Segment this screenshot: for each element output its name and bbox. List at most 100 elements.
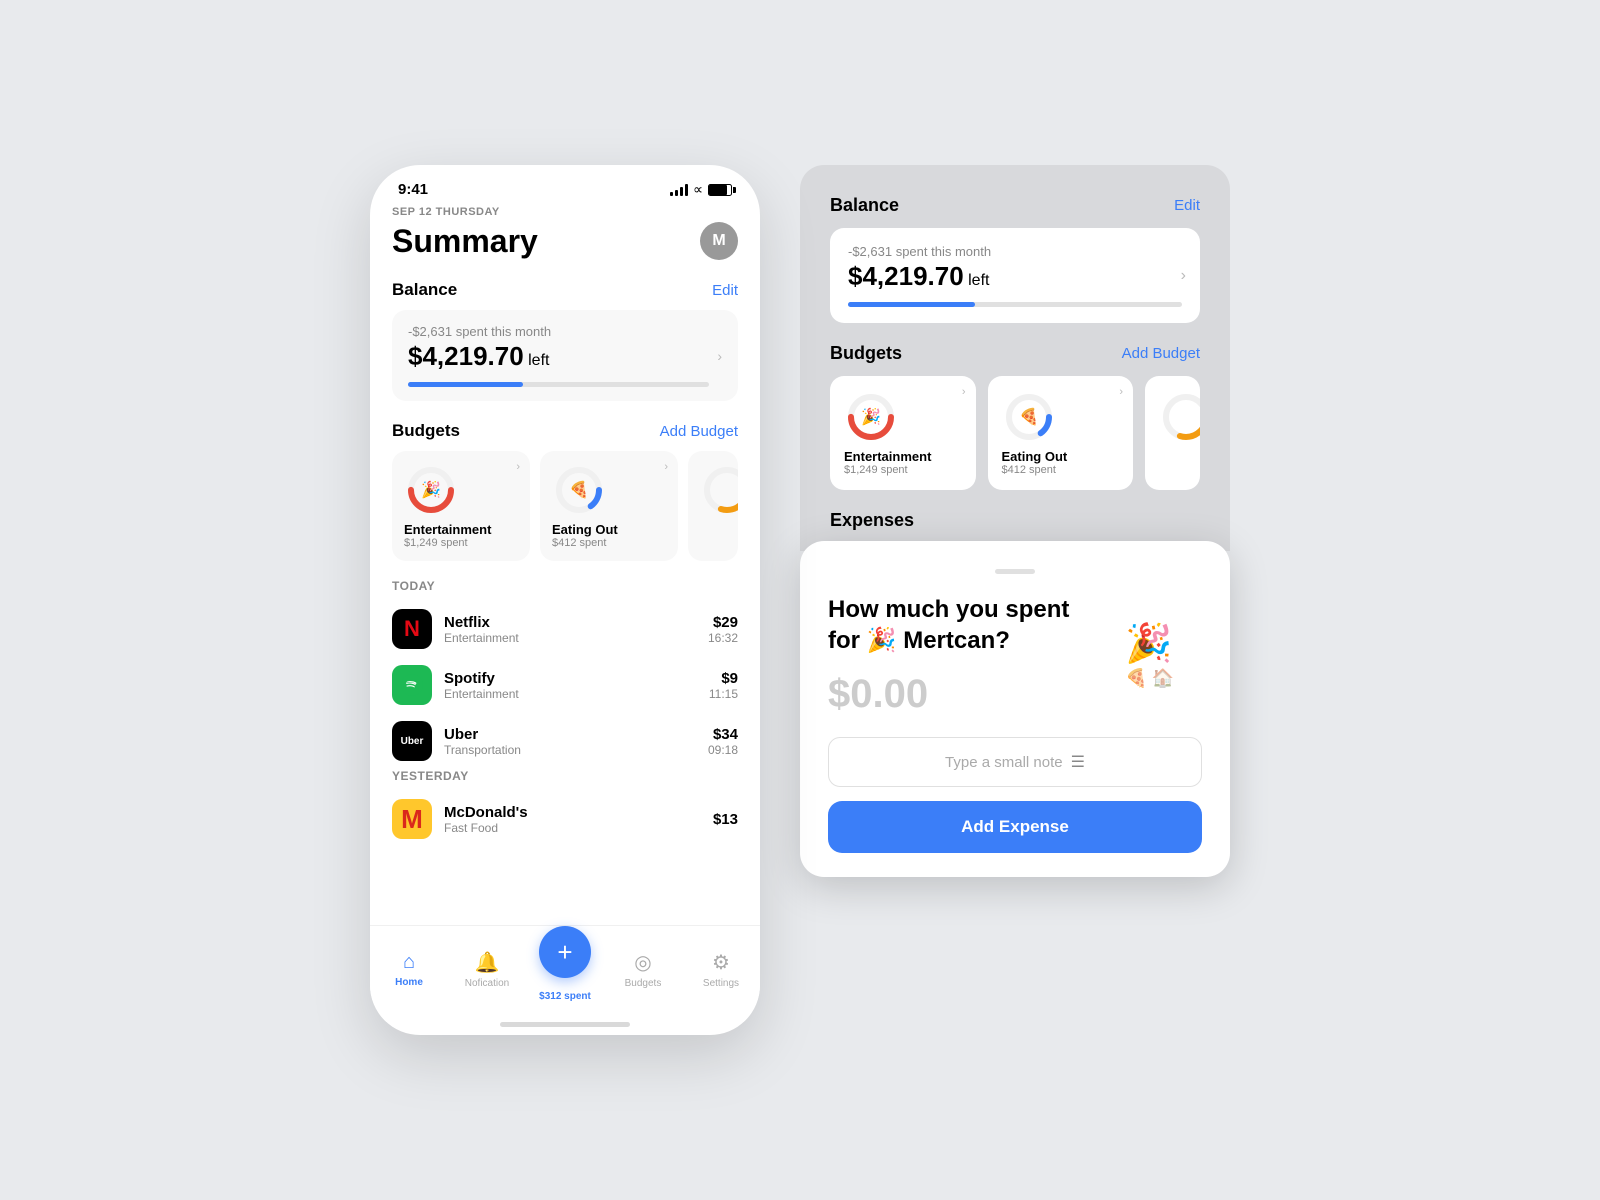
budget-name-eating-out: Eating Out: [552, 522, 666, 537]
budget-name-entertainment: Entertainment: [404, 522, 518, 537]
modal-title: How much you spent for 🎉 Mertcan?: [828, 594, 1108, 656]
nav-fab-container: + $312 spent: [526, 936, 604, 1002]
uber-amount: $34: [708, 726, 738, 743]
right-budget-card-entertainment[interactable]: › 🎉 Entertainment $1,249 spent: [830, 376, 976, 490]
netflix-time: 16:32: [708, 631, 738, 645]
right-budget-name-eating-out: Eating Out: [1002, 449, 1120, 464]
right-panel: Balance Edit -$2,631 spent this month $4…: [800, 165, 1230, 877]
right-bills-donut: [1159, 390, 1200, 444]
add-expense-button[interactable]: Add Expense: [828, 801, 1202, 853]
mcdonalds-category: Fast Food: [444, 821, 713, 835]
budget-spent-entertainment: $1,249 spent: [404, 537, 518, 549]
svg-text:🎉: 🎉: [421, 480, 441, 499]
right-balance-header: Balance Edit: [830, 195, 1200, 216]
netflix-icon: N: [392, 609, 432, 649]
right-expenses-title: Expenses: [830, 510, 1200, 531]
nav-budgets[interactable]: ◎ Budgets: [604, 950, 682, 989]
budget-card-eating-out[interactable]: › 🍕 Eating Out $412 spent: [540, 451, 678, 561]
add-budget-link[interactable]: Add Budget: [660, 423, 738, 440]
modal-title-line1: How much you spent: [828, 596, 1069, 623]
spotify-name: Spotify: [444, 670, 709, 687]
bottom-nav: ⌂ Home 🔔 Nofication + $312 spent ◎ Budge…: [370, 925, 760, 1022]
uber-category: Transportation: [444, 743, 708, 757]
battery-icon: [708, 184, 732, 196]
mcdonalds-amount: $13: [713, 811, 738, 828]
budget-cards: › 🎉 Entertainment $1,249 spent ›: [392, 451, 738, 561]
balance-progress-track: [408, 382, 709, 387]
wifi-icon: ∝: [693, 181, 703, 198]
right-eating-out-donut: 🍕: [1002, 390, 1056, 444]
status-time: 9:41: [398, 181, 428, 198]
right-balance-title: Balance: [830, 195, 899, 216]
right-balance-amount: $4,219.70: [848, 261, 964, 291]
modal-emoji-stack: 🎉 🍕 🏠: [1125, 622, 1174, 689]
budget-card-entertainment[interactable]: › 🎉 Entertainment $1,249 spent: [392, 451, 530, 561]
right-budget-spent-entertainment: $1,249 spent: [844, 464, 962, 476]
title-row: Summary M: [392, 222, 738, 260]
right-balance-chevron-icon: ›: [1181, 267, 1186, 285]
mcdonalds-name: McDonald's: [444, 804, 713, 821]
spotify-time: 11:15: [709, 687, 738, 701]
signal-icon: [670, 184, 688, 196]
right-budget-card-eating-out[interactable]: › 🍕 Eating Out $412 spent: [988, 376, 1134, 490]
uber-time: 09:18: [708, 743, 738, 757]
right-progress-track: [848, 302, 1182, 307]
balance-progress-fill: [408, 382, 523, 387]
balance-title: Balance: [392, 280, 457, 300]
status-bar: 9:41 ∝: [370, 165, 760, 206]
right-budget-spent-eating-out: $412 spent: [1002, 464, 1120, 476]
status-icons: ∝: [670, 181, 732, 198]
right-balance-card[interactable]: -$2,631 spent this month $4,219.70 left …: [830, 228, 1200, 323]
right-budget-card-bills-partial: [1145, 376, 1200, 490]
spotify-category: Entertainment: [444, 687, 709, 701]
fab-button[interactable]: +: [539, 926, 591, 978]
nav-home[interactable]: ⌂ Home: [370, 951, 448, 988]
spotify-icon: [392, 665, 432, 705]
budget-chevron-icon: ›: [516, 461, 520, 473]
budgets-header: Budgets Add Budget: [392, 421, 738, 441]
note-input[interactable]: Type a small note ☰: [828, 737, 1202, 787]
right-entertainment-donut: 🎉: [844, 390, 898, 444]
left-phone: 9:41 ∝ SEP 12 THURSDAY Summary M Bala: [370, 165, 760, 1035]
balance-amount: $4,219.70: [408, 341, 524, 371]
balance-card[interactable]: -$2,631 spent this month $4,219.70 left …: [392, 310, 738, 401]
home-indicator: [500, 1022, 630, 1027]
note-icon: ☰: [1071, 752, 1085, 772]
today-label: TODAY: [392, 579, 738, 593]
svg-text:🎉: 🎉: [861, 407, 881, 426]
right-balance-section: Balance Edit -$2,631 spent this month $4…: [830, 195, 1200, 323]
right-budgets-title: Budgets: [830, 343, 902, 364]
expense-netflix[interactable]: N Netflix Entertainment $29 16:32: [392, 601, 738, 657]
nav-notification[interactable]: 🔔 Nofication: [448, 950, 526, 989]
netflix-amount: $29: [708, 614, 738, 631]
balance-edit[interactable]: Edit: [712, 282, 738, 299]
balance-chevron-icon: ›: [717, 348, 722, 364]
budgets-nav-icon: ◎: [634, 950, 651, 975]
spotify-amount: $9: [709, 670, 738, 687]
budget-chevron-icon: ›: [664, 461, 668, 473]
expense-uber[interactable]: Uber Uber Transportation $34 09:18: [392, 713, 738, 769]
balance-spent: -$2,631 spent this month: [408, 324, 709, 339]
modal-title-line2: for 🎉 Mertcan?: [828, 627, 1010, 654]
nav-spent-label: $312 spent: [539, 991, 591, 1002]
modal-main-emoji: 🎉: [1125, 622, 1174, 666]
right-budgets-section: Budgets Add Budget › 🎉 Entertainment $1,…: [830, 343, 1200, 490]
modal-drag-handle: [995, 569, 1035, 574]
right-balance-left: left: [968, 272, 989, 289]
svg-text:🍕: 🍕: [1019, 407, 1039, 426]
nav-settings[interactable]: ⚙ Settings: [682, 950, 760, 989]
right-add-budget[interactable]: Add Budget: [1122, 345, 1200, 362]
expense-spotify[interactable]: Spotify Entertainment $9 11:15: [392, 657, 738, 713]
mcdonalds-icon: M: [392, 799, 432, 839]
balance-left: left: [528, 352, 549, 369]
avatar[interactable]: M: [700, 222, 738, 260]
right-budget-chevron-icon2: ›: [1119, 386, 1123, 398]
nav-budgets-label: Budgets: [625, 978, 662, 989]
date-label: SEP 12 THURSDAY: [392, 206, 738, 218]
right-progress-fill: [848, 302, 975, 307]
right-balance-edit[interactable]: Edit: [1174, 197, 1200, 214]
expense-mcdonalds[interactable]: M McDonald's Fast Food $13: [392, 791, 738, 847]
right-balance-spent: -$2,631 spent this month: [848, 244, 1182, 259]
right-budgets-header: Budgets Add Budget: [830, 343, 1200, 364]
nav-home-label: Home: [395, 977, 423, 988]
